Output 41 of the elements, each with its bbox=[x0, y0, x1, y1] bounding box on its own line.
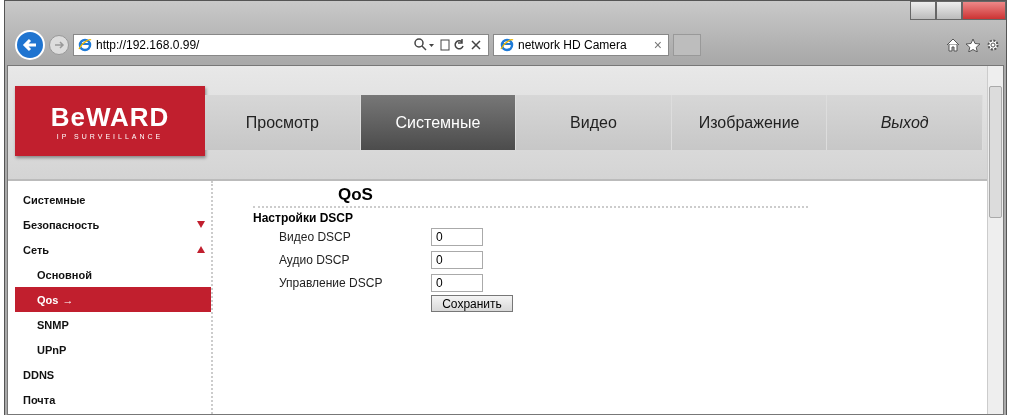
collapse-icon[interactable] bbox=[197, 246, 205, 253]
tab-close-button[interactable]: × bbox=[653, 37, 662, 53]
nav-tab[interactable]: Системные bbox=[360, 95, 517, 150]
address-tools-icon bbox=[414, 38, 484, 52]
field-label: Управление DSCP bbox=[279, 275, 384, 292]
field-label: Аудио DSCP bbox=[279, 252, 351, 269]
settings-icon[interactable] bbox=[986, 38, 1000, 52]
input-field[interactable]: 0 bbox=[431, 274, 483, 292]
sidebar-item[interactable]: SNMP bbox=[15, 312, 211, 337]
minimize-button[interactable] bbox=[910, 1, 936, 20]
browser-icon bbox=[78, 38, 92, 52]
address-field[interactable]: http://192.168.0.99/ bbox=[73, 34, 489, 56]
star-icon[interactable] bbox=[966, 38, 980, 52]
nav-tab[interactable]: Видео bbox=[516, 95, 672, 150]
field-label: Видео DSCP bbox=[279, 229, 352, 246]
section-title: Настройки DSCP bbox=[253, 211, 354, 225]
scrollbar[interactable] bbox=[987, 66, 1003, 414]
right-arrow-icon bbox=[53, 39, 65, 51]
sidebar-item[interactable]: DDNS bbox=[15, 362, 211, 387]
sidebar-item[interactable]: Почта bbox=[15, 387, 211, 412]
input-field[interactable]: 0 bbox=[431, 228, 483, 246]
scroll-thumb[interactable] bbox=[989, 86, 1002, 218]
nav-tab[interactable]: Изображение bbox=[671, 95, 828, 150]
home-icon[interactable] bbox=[946, 38, 960, 52]
maximize-button[interactable] bbox=[936, 1, 962, 20]
expand-icon[interactable] bbox=[197, 221, 205, 228]
nav-tab[interactable]: Просмотр bbox=[205, 95, 361, 150]
sidebar-item[interactable]: Системные bbox=[15, 187, 211, 212]
sidebar-item[interactable]: Сеть bbox=[15, 237, 211, 262]
nav-tab[interactable]: Выход bbox=[827, 95, 983, 150]
left-arrow-icon bbox=[21, 36, 39, 54]
input-field[interactable]: 0 bbox=[431, 251, 483, 269]
page-title: QoS bbox=[253, 185, 808, 208]
sidebar-item[interactable]: Qos → bbox=[15, 287, 211, 312]
sidebar-item[interactable]: Безопасность bbox=[15, 212, 211, 237]
sidebar-item[interactable]: UPnP bbox=[15, 337, 211, 362]
sidebar-item[interactable]: Основной bbox=[15, 262, 211, 287]
back-button[interactable] bbox=[15, 30, 45, 60]
browser-tab[interactable]: network HD Camera × bbox=[493, 34, 669, 56]
browser-icon bbox=[500, 38, 514, 52]
save-button[interactable]: Сохранить bbox=[431, 295, 513, 312]
